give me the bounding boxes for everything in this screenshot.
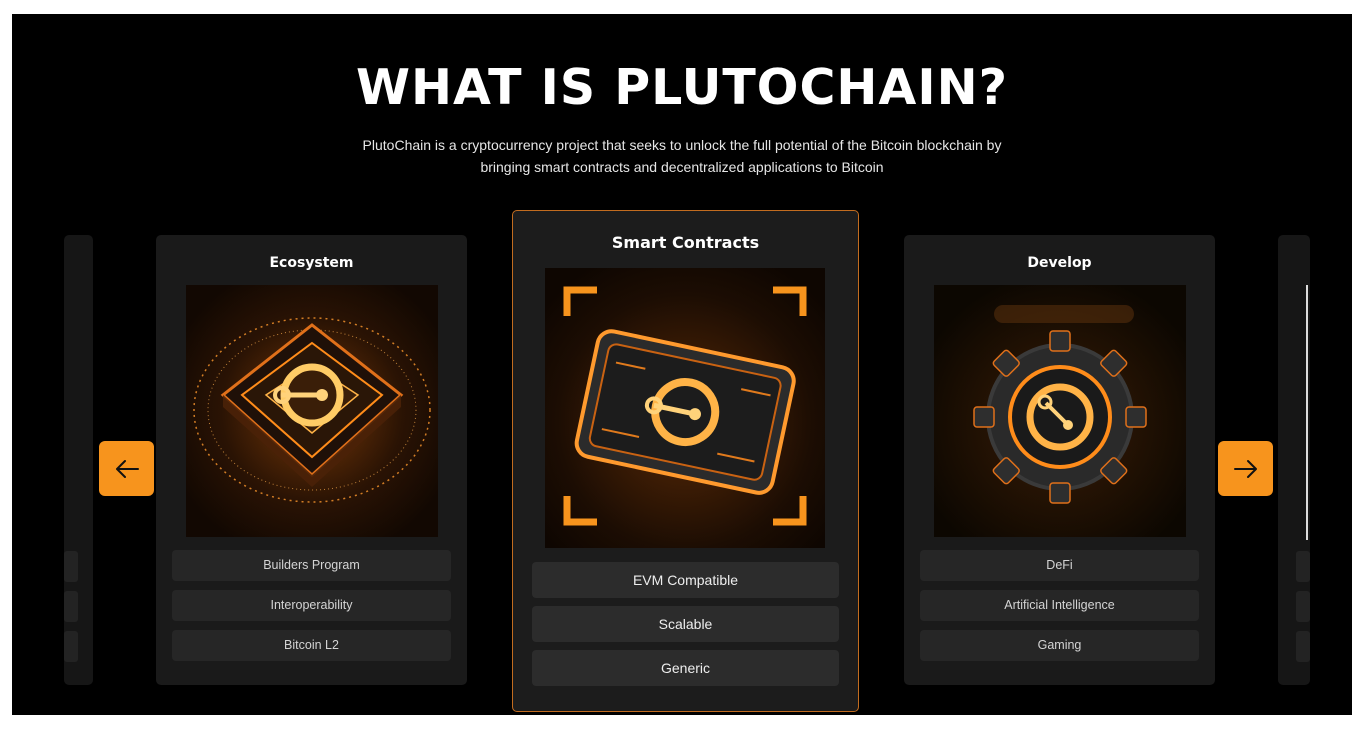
section-title: WHAT IS PLUTOCHAIN? bbox=[355, 59, 1009, 116]
card-title: Develop bbox=[1027, 255, 1092, 271]
tag-artificial-intelligence[interactable]: Artificial Intelligence bbox=[920, 590, 1199, 621]
carousel-card-ecosystem[interactable]: Ecosystem Builders Program Interoperabil… bbox=[156, 235, 467, 685]
ecosystem-chip-illustration bbox=[186, 285, 438, 537]
card-title: Ecosystem bbox=[269, 255, 354, 271]
tag-gaming[interactable]: Gaming bbox=[920, 630, 1199, 661]
tag-evm-compatible[interactable]: EVM Compatible bbox=[532, 562, 839, 598]
tag-interoperability[interactable]: Interoperability bbox=[172, 590, 451, 621]
carousel-card-develop[interactable]: Develop DeFi Artificial Intelligence Gam… bbox=[904, 235, 1215, 685]
carousel-next-button[interactable] bbox=[1218, 441, 1273, 496]
tag-stub bbox=[64, 591, 78, 622]
carousel-card-hidden-left bbox=[64, 235, 93, 685]
arrow-right-icon bbox=[1233, 459, 1257, 478]
tag-stub bbox=[1296, 551, 1310, 582]
arrow-left-icon bbox=[115, 459, 139, 478]
tag-stub bbox=[64, 631, 78, 662]
description-line-2: bringing smart contracts and decentraliz… bbox=[480, 159, 884, 175]
section-description: PlutoChain is a cryptocurrency project t… bbox=[282, 134, 1082, 178]
tag-stub bbox=[1296, 591, 1310, 622]
develop-gear-illustration bbox=[934, 285, 1186, 537]
tag-scalable[interactable]: Scalable bbox=[532, 606, 839, 642]
tag-generic[interactable]: Generic bbox=[532, 650, 839, 686]
tag-bitcoin-l2[interactable]: Bitcoin L2 bbox=[172, 630, 451, 661]
what-is-plutochain-section: WHAT IS PLUTOCHAIN? PlutoChain is a cryp… bbox=[12, 14, 1352, 715]
smart-contracts-card-illustration bbox=[545, 268, 825, 548]
tag-stub bbox=[1296, 631, 1310, 662]
tag-defi[interactable]: DeFi bbox=[920, 550, 1199, 581]
image-edge bbox=[1306, 285, 1308, 540]
description-line-1: PlutoChain is a cryptocurrency project t… bbox=[362, 137, 1002, 153]
tag-builders-program[interactable]: Builders Program bbox=[172, 550, 451, 581]
card-title: Smart Contracts bbox=[611, 233, 760, 252]
tag-stub bbox=[64, 551, 78, 582]
carousel-card-hidden-right bbox=[1278, 235, 1310, 685]
carousel-card-smart-contracts[interactable]: Smart Contracts EVM Compatible Scalable … bbox=[512, 210, 859, 712]
carousel-prev-button[interactable] bbox=[99, 441, 154, 496]
